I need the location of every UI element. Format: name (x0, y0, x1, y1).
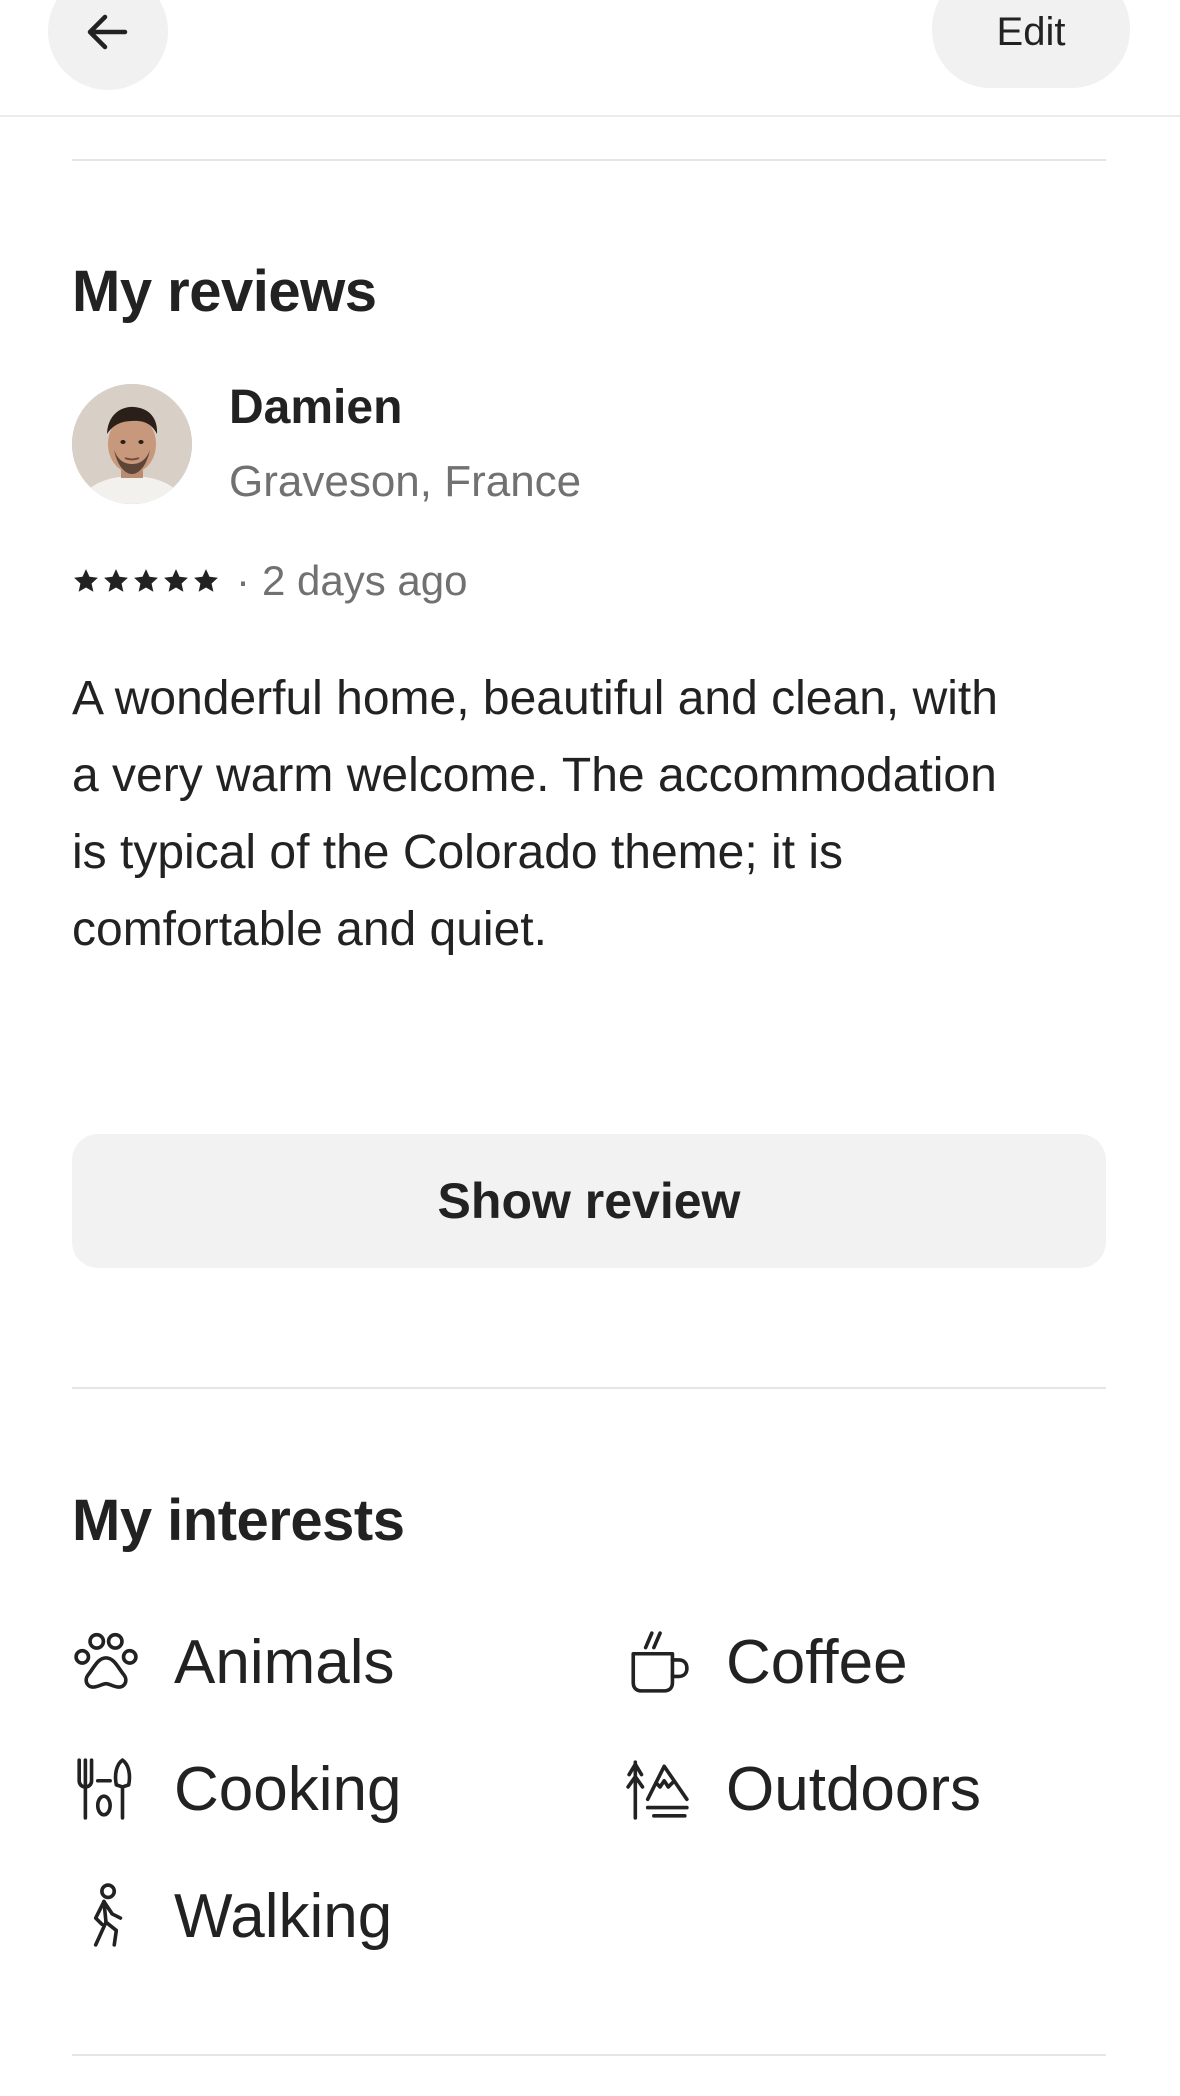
separator-dot: · (236, 557, 250, 604)
interest-label: Coffee (726, 1627, 908, 1697)
interest-outdoors: Outdoors (624, 1749, 981, 1829)
coffee-cup-icon (624, 1628, 692, 1696)
review-time: 2 days ago (262, 557, 468, 604)
star-icon (74, 569, 98, 592)
divider (72, 2054, 1106, 2056)
top-bar: Edit (0, 0, 1180, 117)
interest-label: Animals (174, 1627, 395, 1697)
interest-cooking: Cooking (72, 1749, 401, 1829)
paw-icon (72, 1628, 140, 1696)
interests-heading: My interests (72, 1488, 405, 1553)
interest-label: Cooking (174, 1754, 402, 1824)
divider (72, 159, 1106, 161)
star-icon (104, 569, 128, 592)
edit-button[interactable]: Edit (932, 0, 1130, 88)
walking-person-icon (72, 1882, 140, 1950)
back-button[interactable] (48, 0, 168, 90)
interest-label: Outdoors (726, 1754, 982, 1824)
interest-label: Walking (174, 1881, 393, 1951)
arrow-left-icon (87, 14, 128, 50)
review-text: A wonderful home, beautiful and clean, w… (72, 672, 998, 956)
interest-coffee: Coffee (624, 1622, 908, 1702)
rating-row: · 2 days ago (72, 556, 468, 606)
reviews-heading: My reviews (72, 259, 377, 324)
reviewer-location: Graveson, France (229, 457, 582, 506)
cooking-utensils-icon (72, 1755, 140, 1823)
star-icon (164, 569, 188, 592)
star-rating (72, 567, 220, 595)
mountain-icon (624, 1755, 692, 1823)
reviewer-name: Damien (229, 381, 403, 434)
interest-animals: Animals (72, 1622, 395, 1702)
show-review-button[interactable]: Show review (72, 1134, 1106, 1268)
star-icon (134, 569, 158, 592)
star-icon (194, 569, 218, 592)
divider (72, 1387, 1106, 1389)
interest-walking: Walking (72, 1876, 392, 1956)
avatar (72, 384, 192, 504)
